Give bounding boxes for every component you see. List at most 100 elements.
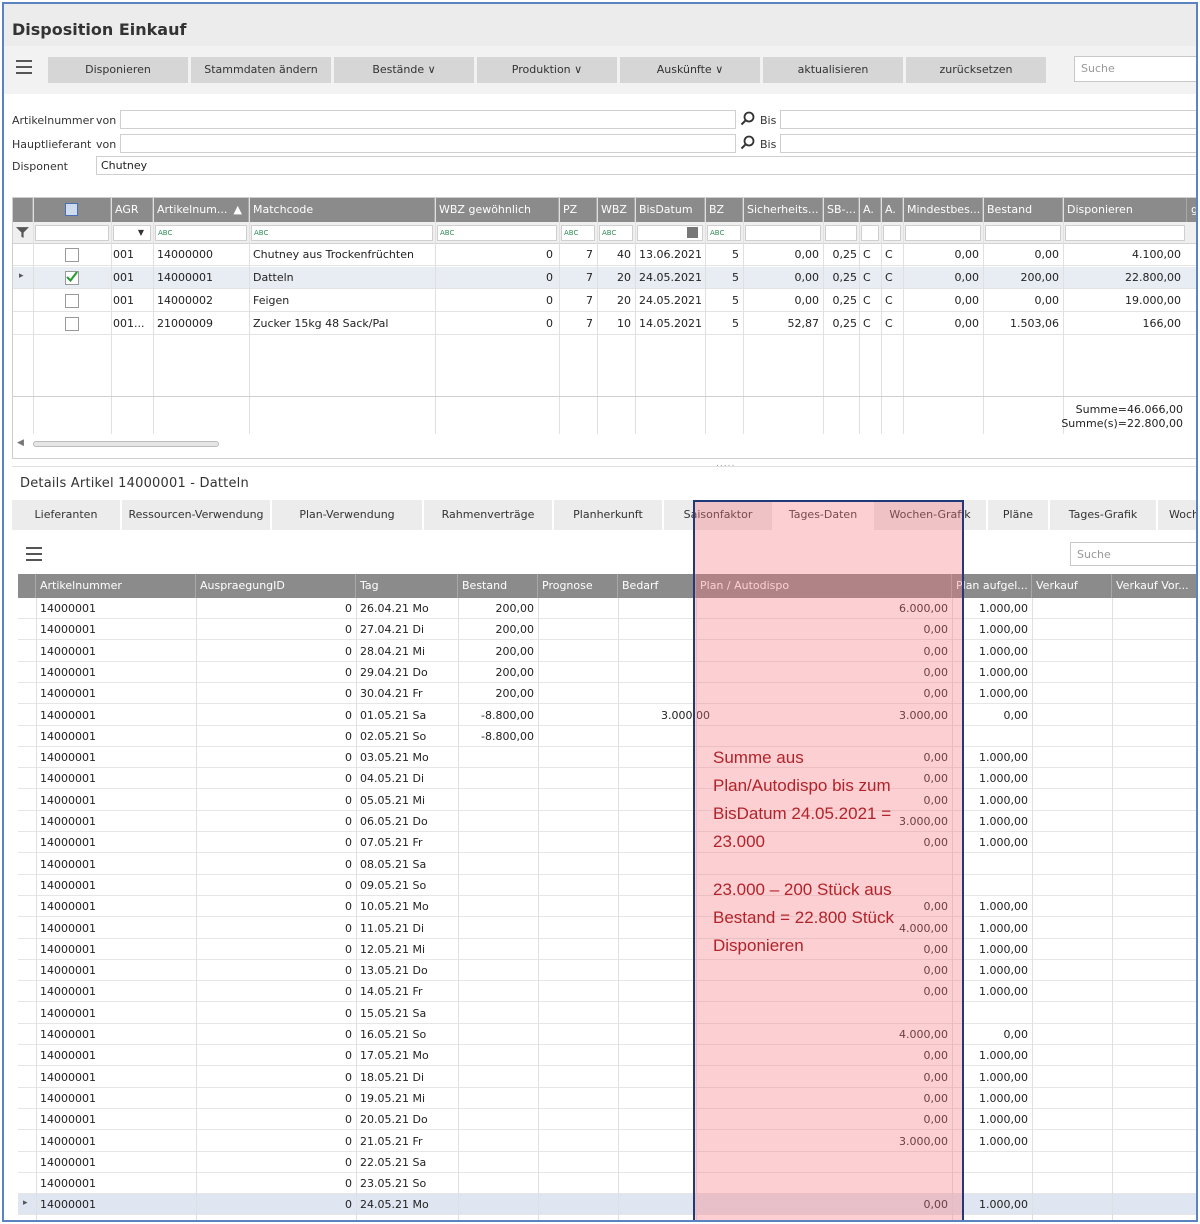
filter-agr[interactable]: ▼: [113, 225, 151, 241]
col-agr[interactable]: AGR: [111, 198, 153, 222]
col-verkauf-vorjahr[interactable]: Verkauf Vor...: [1112, 574, 1196, 598]
table-row[interactable]: 14000001 0 01.05.21 Sa -8.800,00 3.000,00 3.0…: [18, 705, 1196, 726]
tab-planherkunft[interactable]: Planherkunft: [554, 500, 664, 530]
col-sicherheitsbestand[interactable]: Sicherheits...: [743, 198, 823, 222]
select-all-header[interactable]: [33, 198, 111, 222]
scroll-left-icon[interactable]: ◀: [17, 438, 24, 448]
table-row[interactable]: 14000001 0 10.05.21 Mo 0,00 1.000,00: [18, 896, 1196, 918]
stammdaten-aendern-button[interactable]: Stammdaten ändern: [191, 57, 331, 83]
col-bestand[interactable]: Bestand: [983, 198, 1063, 222]
row-checkbox[interactable]: [65, 317, 79, 331]
row-checkbox[interactable]: [65, 271, 79, 285]
col-prognose[interactable]: Prognose: [538, 574, 618, 598]
disponent-input[interactable]: Chutney: [96, 156, 1196, 175]
filter-select[interactable]: [35, 225, 109, 241]
col-artikelnummer[interactable]: Artikelnum... ▲: [153, 198, 249, 222]
hauptlieferant-bis-input[interactable]: [780, 134, 1196, 153]
col-wbz-gewoehnlich[interactable]: WBZ gewöhnlich: [435, 198, 559, 222]
table-row[interactable]: 14000001 0 23.05.21 So: [18, 1173, 1196, 1195]
table-row[interactable]: 14000001 0 09.05.21 So: [18, 875, 1196, 896]
table-row[interactable]: 14000001 0 29.04.21 Do 200,00 0,00 1.000,00: [18, 662, 1196, 683]
table-row[interactable]: 14000001 0 13.05.21 Do 0,00 1.000,00: [18, 960, 1196, 982]
table-row[interactable]: 14000001 0 17.05.21 Mo 0,00 1.000,00: [18, 1045, 1196, 1067]
row-checkbox[interactable]: [65, 248, 79, 262]
tab-plan-verwendung[interactable]: Plan-Verwendung: [272, 500, 424, 530]
tab-rahmenvertr-ge[interactable]: Rahmenverträge: [424, 500, 554, 530]
table-row[interactable]: ▸ 14000001 0 24.05.21 Mo 0,00 1.000,00: [18, 1194, 1196, 1216]
select-all-checkbox[interactable]: [65, 203, 78, 216]
col-disponieren[interactable]: Disponieren: [1063, 198, 1187, 222]
filter-bestand[interactable]: [985, 225, 1061, 241]
filter-artikelnummer[interactable]: ABC: [155, 225, 247, 241]
table-row[interactable]: 14000001 0 28.04.21 Mi 200,00 0,00 1.000,00: [18, 641, 1196, 662]
table-row[interactable]: 14000001 0 27.04.21 Di 200,00 0,00 1.000,00: [18, 619, 1196, 641]
col-auspraegungid[interactable]: AuspraegungID: [196, 574, 356, 598]
table-row[interactable]: 001... 21000009 Zucker 15kg 48 Sack/Pal 0 7 1…: [13, 313, 1196, 335]
table-row[interactable]: 14000001 0 11.05.21 Di 4.000,00 1.000,00: [18, 918, 1196, 939]
col-artikelnummer[interactable]: Artikelnummer: [36, 574, 196, 598]
table-row[interactable]: 14000001 0 18.05.21 Di 0,00 1.000,00: [18, 1067, 1196, 1088]
filter-a1[interactable]: [861, 225, 879, 241]
table-row[interactable]: 14000001 0 05.05.21 Mi 0,00 1.000,00: [18, 790, 1196, 811]
table-row[interactable]: 14000001 0 12.05.21 Mi 0,00 1.000,00: [18, 939, 1196, 960]
table-row[interactable]: 14000001 0 14.05.21 Fr 0,00 1.000,00: [18, 981, 1196, 1003]
table-row[interactable]: 14000001 0 30.04.21 Fr 200,00 0,00 1.000,00: [18, 683, 1196, 705]
table-row[interactable]: 14000001 0 16.05.21 So 4.000,00 0,00: [18, 1024, 1196, 1045]
tab-tages-grafik[interactable]: Tages-Grafik: [1050, 500, 1158, 530]
table-row[interactable]: 14000001 0 07.05.21 Fr 0,00 1.000,00: [18, 832, 1196, 854]
col-tag[interactable]: Tag: [356, 574, 458, 598]
table-row[interactable]: ▸ 001 14000001 Datteln 0 7 20 24.05.2021 5 0,00 0,…: [13, 267, 1196, 289]
table-row[interactable]: 14000001 0 19.05.21 Mi 0,00 1.000,00: [18, 1088, 1196, 1109]
aktualisieren-button[interactable]: aktualisieren: [763, 57, 903, 83]
col-sb[interactable]: SB-...: [823, 198, 859, 222]
col-bestand[interactable]: Bestand: [458, 574, 538, 598]
table-row[interactable]: 14000001 0 06.05.21 Do 3.000,00 1.000,00: [18, 811, 1196, 832]
search-input[interactable]: Suche: [1074, 56, 1196, 82]
col-mindestbestand[interactable]: Mindestbes...: [903, 198, 983, 222]
horizontal-scrollbar[interactable]: [33, 441, 219, 447]
filter-wbz-gewoehnlich[interactable]: ABC: [437, 225, 557, 241]
details-search-input[interactable]: Suche: [1070, 542, 1196, 566]
table-row[interactable]: 14000001 0 20.05.21 Do 0,00 1.000,00: [18, 1109, 1196, 1131]
auskuenfte-dropdown[interactable]: Auskünfte ∨: [620, 57, 760, 83]
row-checkbox[interactable]: [65, 294, 79, 308]
produktion-dropdown[interactable]: Produktion ∨: [477, 57, 617, 83]
table-row[interactable]: 14000001 0 04.05.21 Di 0,00 1.000,00: [18, 768, 1196, 790]
menu-icon[interactable]: [26, 547, 42, 561]
col-plan-aufgeloest[interactable]: Plan aufgel...: [952, 574, 1032, 598]
zuruecksetzen-button[interactable]: zurücksetzen: [906, 57, 1046, 83]
tab-lieferanten[interactable]: Lieferanten: [12, 500, 122, 530]
splitter-handle[interactable]: .....: [716, 459, 735, 469]
bestaende-dropdown[interactable]: Bestände ∨: [334, 57, 474, 83]
table-row[interactable]: 14000001 0 02.05.21 So -8.800,00: [18, 726, 1196, 747]
filter-bisdatum[interactable]: [637, 225, 703, 241]
filter-disponieren[interactable]: [1065, 225, 1185, 241]
filter-pz[interactable]: ABC: [561, 225, 595, 241]
filter-mindestbestand[interactable]: [905, 225, 981, 241]
menu-icon[interactable]: [16, 60, 32, 74]
artikelnummer-bis-input[interactable]: [780, 110, 1196, 129]
table-row[interactable]: 001 14000000 Chutney aus Trockenfrüchten 0 7…: [13, 244, 1196, 266]
hauptlieferant-von-input[interactable]: [120, 134, 736, 153]
table-row[interactable]: 14000001 0 22.05.21 Sa: [18, 1152, 1196, 1173]
tab-ressourcen-verwendung[interactable]: Ressourcen-Verwendung: [122, 500, 272, 530]
calendar-icon[interactable]: [687, 227, 698, 238]
col-verkauf[interactable]: Verkauf: [1032, 574, 1112, 598]
filter-a2[interactable]: [883, 225, 901, 241]
filter-matchcode[interactable]: ABC: [251, 225, 433, 241]
tab-pl-ne[interactable]: Pläne: [988, 500, 1050, 530]
tab-woch[interactable]: Woch: [1158, 500, 1196, 530]
table-row[interactable]: 14000001 0 03.05.21 Mo 0,00 1.000,00: [18, 747, 1196, 769]
disponieren-button[interactable]: Disponieren: [48, 57, 188, 83]
col-a2[interactable]: A.: [881, 198, 903, 222]
filter-bz[interactable]: ABC: [707, 225, 741, 241]
filter-sb[interactable]: [825, 225, 857, 241]
col-pz[interactable]: PZ: [559, 198, 597, 222]
search-icon[interactable]: [740, 111, 756, 127]
col-g[interactable]: g: [1187, 198, 1196, 222]
col-matchcode[interactable]: Matchcode: [249, 198, 435, 222]
col-bedarf[interactable]: Bedarf: [618, 574, 696, 598]
col-bisdatum[interactable]: BisDatum: [635, 198, 705, 222]
table-row[interactable]: 001 14000002 Feigen 0 7 20 24.05.2021 5 0,00 0,25…: [13, 290, 1196, 312]
filter-icon[interactable]: [16, 226, 29, 239]
